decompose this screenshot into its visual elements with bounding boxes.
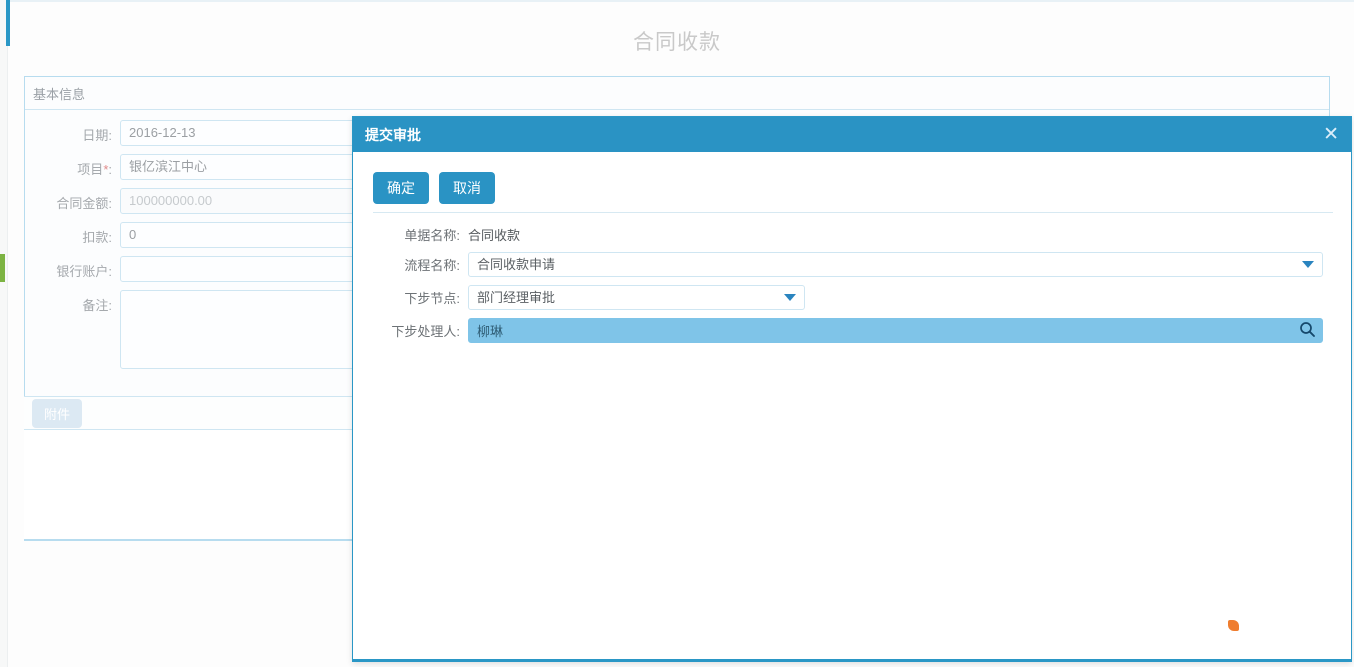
select-flow-name[interactable]: 合同收款申请 — [468, 252, 1323, 277]
confirm-button[interactable]: 确定 — [373, 172, 429, 204]
value-flow-name: 合同收款申请 — [477, 253, 555, 276]
tab-attachment[interactable]: 附件 — [32, 399, 82, 428]
label-bank-account: 银行账户: — [25, 256, 120, 280]
label-deduction: 扣款: — [25, 222, 120, 246]
dialog-action-buttons: 确定 取消 — [373, 172, 1351, 204]
submit-approval-dialog: 提交审批 ✕ 确定 取消 单据名称: 合同收款 流程名称: 合同收款申请 — [352, 116, 1352, 662]
search-icon-svg — [1299, 321, 1316, 338]
value-document-name: 合同收款 — [468, 225, 520, 244]
label-flow-name: 流程名称: — [373, 255, 468, 274]
top-divider — [10, 0, 1354, 2]
close-icon[interactable]: ✕ — [1323, 125, 1339, 144]
row-document-name: 单据名称: 合同收款 — [373, 225, 1351, 244]
app-root: 合同收款 基本信息 日期: 2016-12-13 项目*: 银亿滨江中心 合同金… — [0, 0, 1354, 667]
value-next-node: 部门经理审批 — [477, 286, 555, 309]
left-rail — [0, 0, 8, 667]
value-next-handler: 柳琳 — [477, 321, 503, 340]
input-next-handler[interactable]: 柳琳 — [468, 318, 1323, 343]
row-next-node: 下步节点: 部门经理审批 — [373, 285, 1351, 310]
page-title: 合同收款 — [0, 26, 1354, 56]
cancel-button[interactable]: 取消 — [439, 172, 495, 204]
dialog-header: 提交审批 ✕ — [353, 117, 1351, 152]
basic-info-title: 基本信息 — [33, 84, 85, 103]
rail-active-marker-green[interactable] — [0, 254, 5, 282]
label-remark: 备注: — [25, 290, 120, 314]
label-document-name: 单据名称: — [373, 225, 468, 244]
label-project: 项目*: — [25, 154, 120, 178]
row-next-handler: 下步处理人: 柳琳 — [373, 318, 1351, 343]
select-next-node[interactable]: 部门经理审批 — [468, 285, 805, 310]
label-next-handler: 下步处理人: — [373, 321, 468, 340]
required-asterisk-icon: * — [103, 162, 108, 177]
dialog-title: 提交审批 — [365, 125, 421, 145]
label-contract-amount: 合同金额: — [25, 188, 120, 212]
chevron-down-icon[interactable] — [1302, 261, 1314, 268]
chevron-down-icon[interactable] — [784, 294, 796, 301]
label-project-text: 项目 — [77, 162, 103, 177]
label-next-node: 下步节点: — [373, 288, 468, 307]
dialog-divider — [373, 212, 1333, 213]
basic-info-header: 基本信息 — [25, 77, 1329, 110]
dialog-body: 确定 取消 单据名称: 合同收款 流程名称: 合同收款申请 下步节点: 部门经理… — [353, 152, 1351, 343]
label-date: 日期: — [25, 120, 120, 144]
search-icon[interactable] — [1299, 321, 1316, 341]
row-flow-name: 流程名称: 合同收款申请 — [373, 252, 1351, 277]
